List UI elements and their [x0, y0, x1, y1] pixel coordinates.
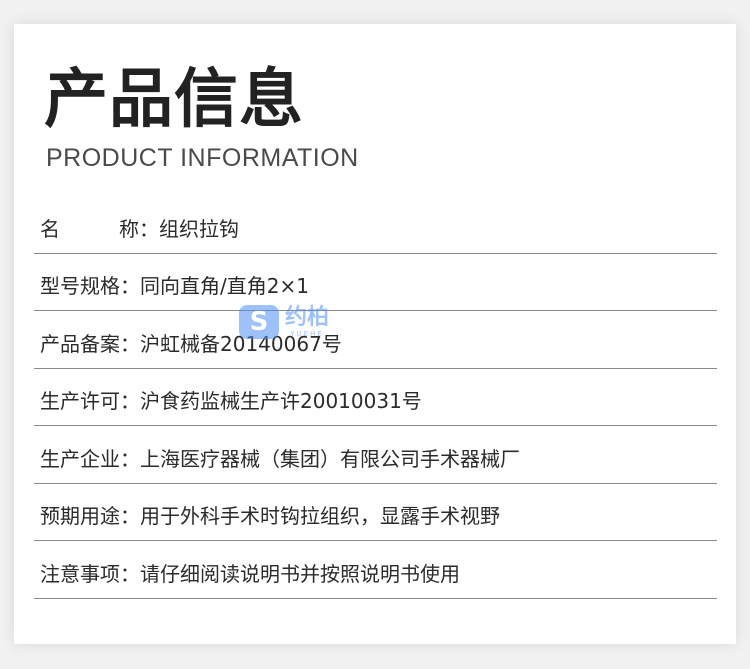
- info-label: 名 称: [34, 213, 139, 242]
- info-label-part: 名: [40, 216, 60, 241]
- info-row-record: 产品备案 ：沪虹械备20140067号: [34, 311, 717, 369]
- info-label: 预期用途: [40, 504, 120, 529]
- info-value: ：上海医疗器械（集团）有限公司手术器械厂: [120, 446, 520, 471]
- page-title: 产品信息: [44, 63, 304, 137]
- info-table: 名 称 ：组织拉钩 型号规格 ：同向直角/直角2×1 产品备案 ：沪虹械备201…: [34, 196, 717, 599]
- info-label-part: 称: [119, 216, 139, 241]
- info-row-model: 型号规格 ：同向直角/直角2×1: [34, 254, 717, 311]
- product-info-card: 产品信息 PRODUCT INFORMATION 名 称 ：组织拉钩 型号规格 …: [14, 24, 736, 644]
- info-label: 注意事项: [40, 561, 120, 586]
- info-label: 生产企业: [40, 446, 120, 471]
- page-subtitle: PRODUCT INFORMATION: [46, 144, 359, 172]
- info-row-name: 名 称 ：组织拉钩: [34, 196, 717, 254]
- info-value: ：同向直角/直角2×1: [120, 274, 309, 299]
- info-value: ：请仔细阅读说明书并按照说明书使用: [120, 561, 460, 586]
- info-row-manufacturer: 生产企业 ：上海医疗器械（集团）有限公司手术器械厂: [34, 426, 717, 484]
- info-value: ：组织拉钩: [139, 216, 239, 241]
- info-row-notes: 注意事项 ：请仔细阅读说明书并按照说明书使用: [34, 541, 717, 599]
- info-row-license: 生产许可 ：沪食药监械生产许20010031号: [34, 369, 717, 426]
- info-value: ：沪虹械备20140067号: [120, 331, 342, 356]
- info-value: ：沪食药监械生产许20010031号: [120, 389, 422, 414]
- info-label: 产品备案: [40, 331, 120, 356]
- info-value: ：用于外科手术时钩拉组织，显露手术视野: [120, 504, 500, 529]
- info-label: 型号规格: [40, 274, 120, 299]
- info-row-usage: 预期用途 ：用于外科手术时钩拉组织，显露手术视野: [34, 484, 717, 541]
- info-label: 生产许可: [40, 389, 120, 414]
